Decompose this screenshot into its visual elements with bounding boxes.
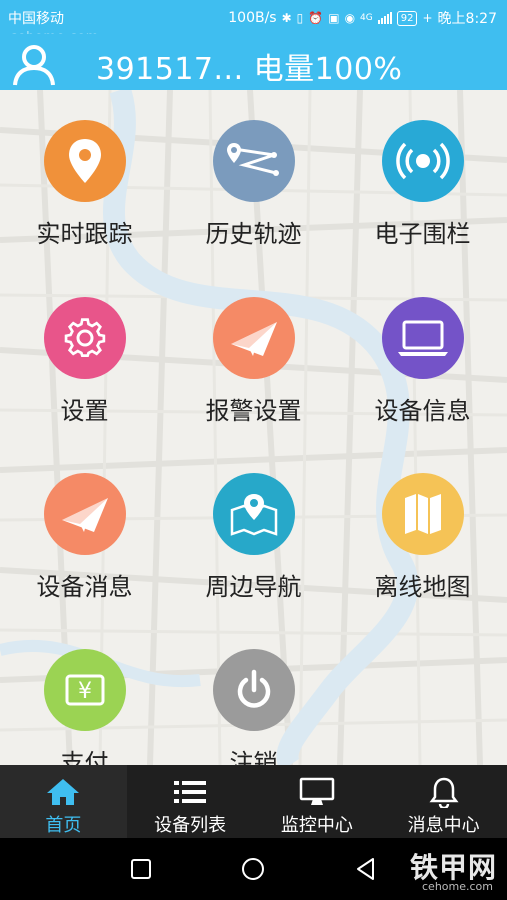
hd-icon: ▣ [328, 11, 340, 25]
folded-map-icon [381, 473, 464, 555]
menu-item-label: 历史轨迹 [205, 220, 302, 248]
tab-label: 监控中心 [280, 815, 353, 836]
menu-item-realtime-tracking[interactable]: 实时跟踪 [0, 120, 169, 249]
menu-item-label: 支付 [60, 749, 109, 765]
feature-grid: 实时跟踪 历史轨迹 电子围栏 设置 报警设置 设备信息 设备消息 周边导航 离线… [0, 90, 507, 765]
tab-monitor-center[interactable]: 监控中心 [254, 765, 381, 838]
vibrate-icon: ▯ [296, 11, 304, 25]
tab-device-list[interactable]: 设备列表 [127, 765, 254, 838]
device-title: 391517... 电量100% [96, 52, 403, 87]
list-icon [172, 775, 208, 809]
map-pin-icon [212, 473, 295, 555]
bell-icon [429, 775, 459, 809]
network-speed: 100B/s [228, 10, 277, 26]
menu-item-nearby-navigation[interactable]: 周边导航 [169, 473, 338, 602]
home-button-icon[interactable] [241, 857, 265, 885]
battery-level: 92 [396, 10, 418, 26]
monitor-icon [299, 775, 335, 809]
broadcast-icon [381, 120, 464, 202]
main-menu-area: 实时跟踪 历史轨迹 电子围栏 设置 报警设置 设备信息 设备消息 周边导航 离线… [0, 90, 507, 765]
location-pin-icon [43, 120, 126, 202]
menu-item-label: 离线地图 [374, 573, 471, 601]
menu-item-payment[interactable]: ¥ 支付 [0, 649, 169, 765]
eye-icon: ◉ [344, 11, 356, 25]
app-header: 391517... 电量100% [0, 34, 507, 90]
charging-icon: + [422, 11, 433, 25]
power-icon [212, 649, 295, 731]
signal-icon [377, 12, 392, 24]
envelope-icon [212, 297, 295, 379]
gear-icon [43, 297, 126, 379]
route-icon [212, 120, 295, 202]
menu-item-label: 电子围栏 [374, 220, 471, 248]
yuan-icon: ¥ [43, 649, 126, 731]
carrier-name: 中国移动 [8, 11, 64, 27]
back-icon[interactable] [355, 857, 377, 885]
menu-item-logout[interactable]: 注销 [169, 649, 338, 765]
menu-item-label: 报警设置 [205, 397, 302, 425]
menu-item-geofence[interactable]: 电子围栏 [338, 120, 507, 249]
bottom-tab-bar: 首页 设备列表 监控中心 消息中心 [0, 765, 507, 838]
menu-item-label: 周边导航 [205, 573, 302, 601]
tab-label: 设备列表 [154, 815, 227, 836]
tab-label: 首页 [45, 815, 82, 836]
laptop-icon [381, 297, 464, 379]
clock: 晚上8:27 [437, 11, 497, 27]
menu-item-alarm-settings[interactable]: 报警设置 [169, 297, 338, 426]
menu-item-label: 实时跟踪 [36, 220, 133, 248]
menu-item-label: 设置 [60, 397, 109, 425]
menu-item-history-track[interactable]: 历史轨迹 [169, 120, 338, 249]
user-icon[interactable] [12, 42, 56, 86]
bluetooth-icon: ✱ [281, 11, 292, 25]
recents-icon[interactable] [130, 858, 152, 884]
tab-label: 消息中心 [407, 815, 480, 836]
tab-message-center[interactable]: 消息中心 [380, 765, 507, 838]
menu-item-device-messages[interactable]: 设备消息 [0, 473, 169, 602]
menu-item-settings[interactable]: 设置 [0, 297, 169, 426]
alarm-icon: ⏰ [308, 11, 324, 25]
menu-item-label: 设备信息 [374, 397, 471, 425]
watermark-url: cehome.com [422, 880, 493, 893]
menu-item-label: 设备消息 [36, 573, 133, 601]
svg-text:¥: ¥ [78, 679, 92, 704]
tab-home[interactable]: 首页 [0, 765, 127, 838]
status-icons: 100B/s ✱ ▯ ⏰ ▣ ◉ 4G 92 + 晚上8:27 [228, 8, 497, 28]
menu-item-label: 注销 [229, 749, 278, 765]
menu-item-offline-map[interactable]: 离线地图 [338, 473, 507, 602]
menu-item-device-info[interactable]: 设备信息 [338, 297, 507, 426]
system-navigation-bar: 铁甲网 cehome.com [0, 838, 507, 900]
network-type: 4G [360, 13, 373, 23]
home-icon [45, 775, 81, 809]
status-bar: 中国移动 100B/s ✱ ▯ ⏰ ▣ ◉ 4G 92 + 晚上8:27 ceh… [0, 0, 507, 45]
envelope-icon [43, 473, 126, 555]
